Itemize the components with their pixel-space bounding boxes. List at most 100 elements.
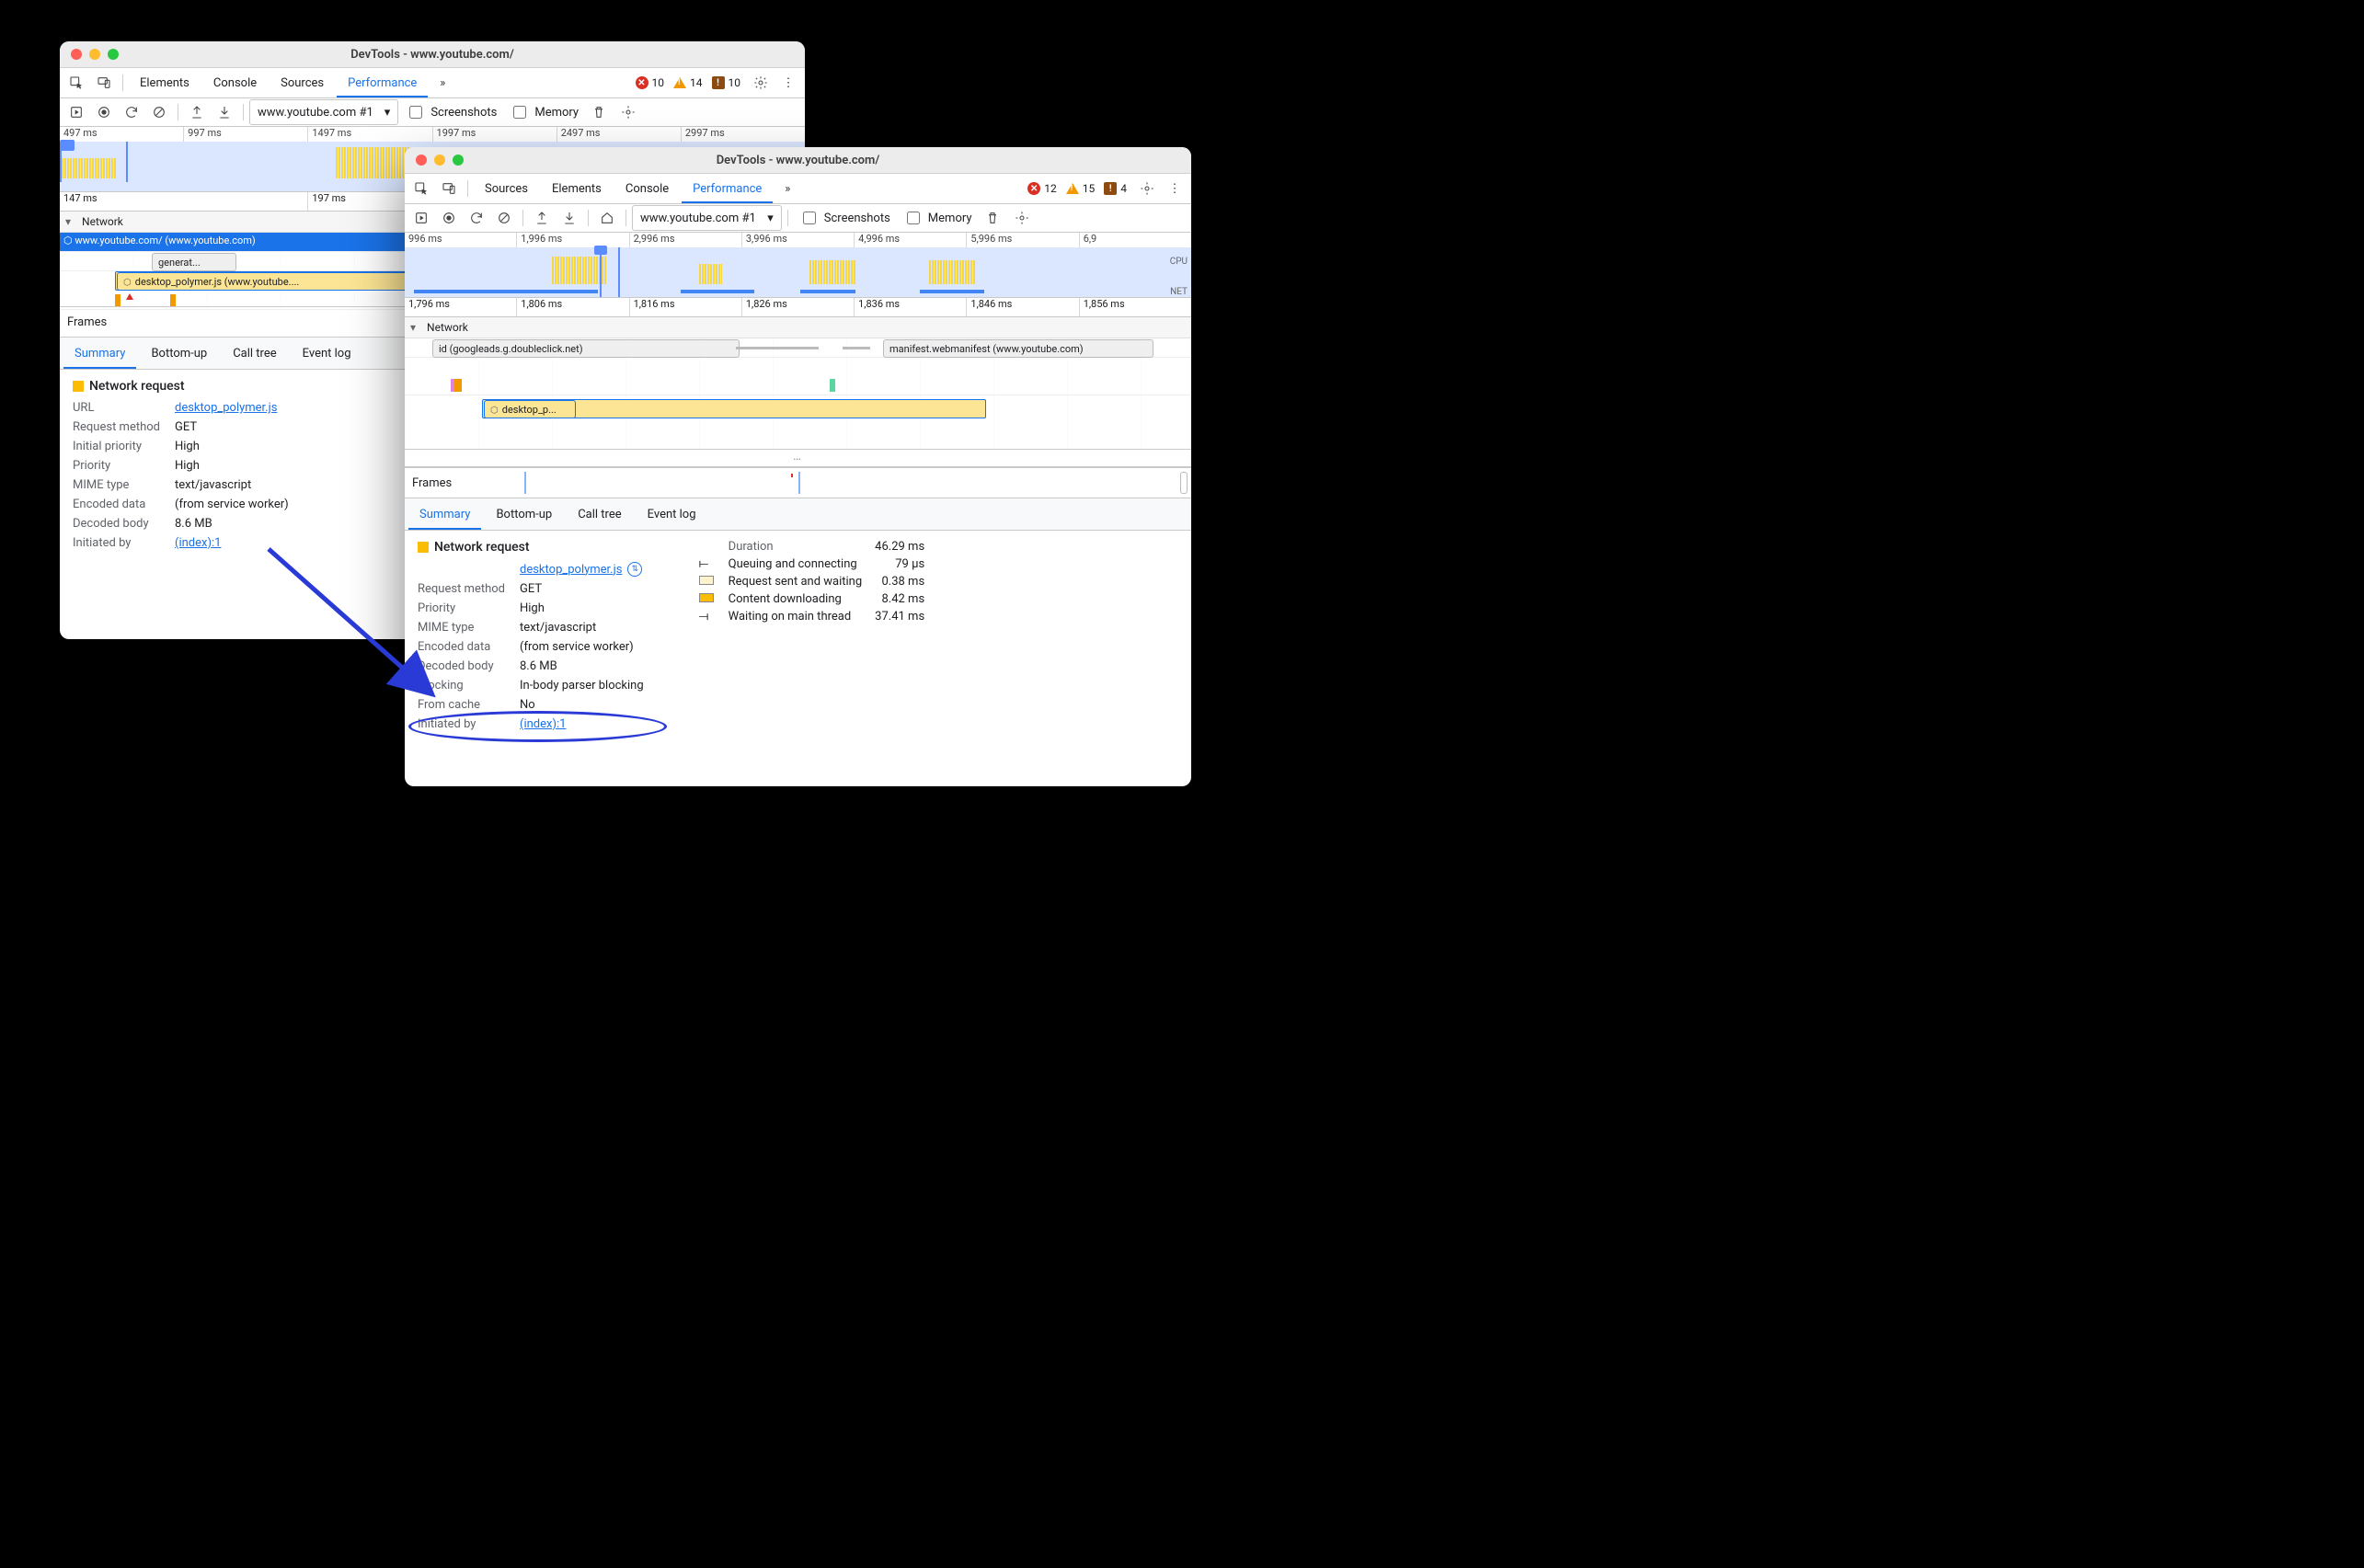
network-waterfall[interactable]: id (googleads.g.doubleclick.net) manifes… <box>405 338 1191 449</box>
target-select[interactable]: www.youtube.com #1 ▾ <box>632 205 782 231</box>
detail-ruler[interactable]: 1,796 ms 1,806 ms 1,816 ms 1,826 ms 1,83… <box>405 298 1191 317</box>
update-icon[interactable]: ⇅ <box>627 562 642 577</box>
device-toggle-icon[interactable] <box>91 71 117 95</box>
close-icon[interactable] <box>416 155 427 166</box>
tab-sources[interactable]: Sources <box>474 174 539 203</box>
tab-console[interactable]: Console <box>614 174 680 203</box>
kv-key: Priority <box>418 601 505 615</box>
reload-icon[interactable] <box>119 100 144 124</box>
target-select[interactable]: www.youtube.com #1▾ <box>249 99 398 125</box>
kv-key: From cache <box>418 698 505 712</box>
lower-tab-eventlog[interactable]: Event log <box>292 338 362 369</box>
window-controls[interactable] <box>60 49 119 60</box>
disclosure-icon[interactable] <box>410 321 418 334</box>
kv-key: MIME type <box>73 478 160 492</box>
timing-value: 0.38 ms <box>875 575 924 589</box>
issue-count: 4 <box>1120 182 1127 195</box>
titlebar[interactable]: DevTools - www.youtube.com/ <box>60 41 805 68</box>
kv-value: (from service worker) <box>175 498 289 511</box>
home-icon[interactable] <box>594 206 620 230</box>
lower-tab-calltree[interactable]: Call tree <box>567 498 632 530</box>
record-icon[interactable] <box>91 100 117 124</box>
kv-key <box>418 562 505 577</box>
screenshots-toggle[interactable]: Screenshots <box>794 209 896 227</box>
kv-key: Decoded body <box>73 517 160 531</box>
select-element-icon[interactable] <box>63 71 89 95</box>
collapsed-section[interactable]: … <box>405 449 1191 467</box>
minimize-icon[interactable] <box>434 155 445 166</box>
table-row[interactable]: manifest.webmanifest (www.youtube.com) <box>837 338 1191 358</box>
screenshots-toggle[interactable]: Screenshots <box>400 103 502 121</box>
titlebar[interactable]: DevTools - www.youtube.com/ <box>405 147 1191 174</box>
kv-value[interactable]: (index):1 <box>175 536 289 550</box>
zoom-icon[interactable] <box>453 155 464 166</box>
tab-console[interactable]: Console <box>202 68 268 97</box>
lower-tab-eventlog[interactable]: Event log <box>637 498 707 530</box>
range-handle[interactable] <box>60 140 75 151</box>
cpu-label: CPU <box>1170 257 1188 267</box>
kv-value: In-body parser blocking <box>520 679 644 692</box>
lower-tab-summary[interactable]: Summary <box>408 498 481 530</box>
issue-count: 10 <box>729 76 741 89</box>
more-menu-icon[interactable]: ⋮ <box>1162 177 1188 200</box>
more-tabs-icon[interactable]: » <box>775 177 800 200</box>
timing-table: Duration46.29 ms⟝Queuing and connecting7… <box>699 540 925 624</box>
kv-value: GET <box>175 420 289 434</box>
gear-icon[interactable] <box>1134 177 1160 200</box>
device-toggle-icon[interactable] <box>436 177 462 200</box>
memory-toggle[interactable]: Memory <box>898 209 978 227</box>
more-tabs-icon[interactable]: » <box>430 71 455 95</box>
download-icon[interactable] <box>212 100 237 124</box>
timing-swatch <box>699 592 716 606</box>
disclosure-icon[interactable] <box>65 215 73 228</box>
reload-icon[interactable] <box>464 206 489 230</box>
kv-value: High <box>175 440 289 453</box>
play-icon[interactable] <box>63 100 89 124</box>
scrollbar[interactable] <box>1180 472 1188 494</box>
window-controls[interactable] <box>405 155 464 166</box>
close-icon[interactable] <box>71 49 82 60</box>
record-icon[interactable] <box>436 206 462 230</box>
window-title: DevTools - www.youtube.com/ <box>405 154 1191 167</box>
annotation-ellipse <box>408 711 667 742</box>
tab-elements[interactable]: Elements <box>541 174 613 203</box>
more-menu-icon[interactable]: ⋮ <box>775 71 801 95</box>
issue-badges[interactable]: ✕12 15 4 <box>1027 182 1132 195</box>
tab-performance[interactable]: Performance <box>682 174 773 203</box>
gc-icon[interactable] <box>586 100 612 124</box>
lower-tab-bottomup[interactable]: Bottom-up <box>140 338 218 369</box>
memory-toggle[interactable]: Memory <box>504 103 584 121</box>
issue-badges[interactable]: ✕10 14 10 <box>636 76 747 89</box>
play-icon[interactable] <box>408 206 434 230</box>
timing-label: Request sent and waiting <box>729 575 863 589</box>
gear-icon[interactable] <box>748 71 774 95</box>
gear-icon[interactable] <box>615 100 641 124</box>
select-element-icon[interactable] <box>408 177 434 200</box>
lower-tab-bottomup[interactable]: Bottom-up <box>485 498 563 530</box>
tab-performance[interactable]: Performance <box>337 68 428 97</box>
lower-tab-calltree[interactable]: Call tree <box>222 338 287 369</box>
gc-icon[interactable] <box>980 206 1005 230</box>
download-icon[interactable] <box>557 206 582 230</box>
kv-key: Blocking <box>418 679 505 692</box>
kv-key: Encoded data <box>418 640 505 654</box>
frames-strip[interactable]: Frames <box>405 467 1191 498</box>
summary-title: Network request <box>418 540 644 555</box>
network-section-header[interactable]: Network <box>405 317 1191 338</box>
lower-tab-summary[interactable]: Summary <box>63 338 136 369</box>
kv-key: Initiated by <box>73 536 160 550</box>
clear-icon[interactable] <box>146 100 172 124</box>
overview-timeline[interactable]: 996 ms 1,996 ms 2,996 ms 3,996 ms 4,996 … <box>405 233 1191 298</box>
upload-icon[interactable] <box>184 100 210 124</box>
tab-sources[interactable]: Sources <box>270 68 335 97</box>
zoom-icon[interactable] <box>108 49 119 60</box>
clear-icon[interactable] <box>491 206 517 230</box>
kv-value: High <box>175 459 289 473</box>
upload-icon[interactable] <box>529 206 555 230</box>
tab-elements[interactable]: Elements <box>129 68 201 97</box>
minimize-icon[interactable] <box>89 49 100 60</box>
range-handle[interactable] <box>594 246 607 255</box>
kv-value[interactable]: desktop_polymer.js⇅ <box>520 562 644 577</box>
gear-icon[interactable] <box>1009 206 1035 230</box>
kv-value[interactable]: desktop_polymer.js <box>175 401 289 415</box>
